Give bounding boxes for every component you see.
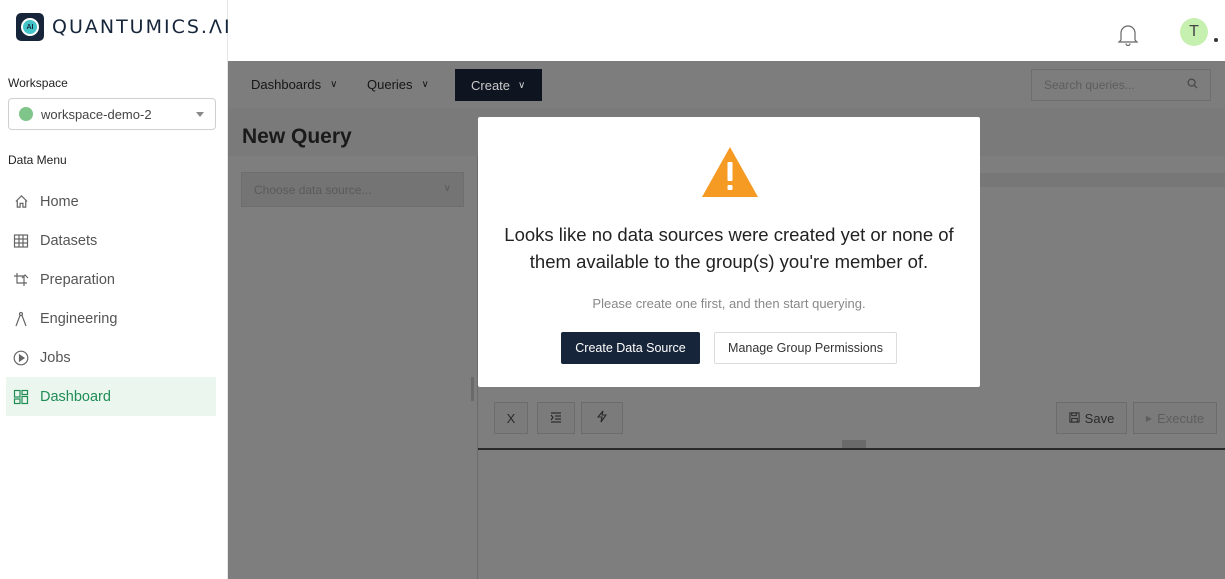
grid-icon [13,233,29,249]
modal-message: Looks like no data sources were created … [504,224,954,272]
no-datasource-modal: Looks like no data sources were created … [478,117,980,387]
format-button[interactable] [537,402,575,434]
data-menu: Home Datasets Preparation Engineering Jo… [6,182,216,416]
crop-icon [13,272,29,288]
page-title: New Query [242,125,352,148]
caret-down-icon [196,112,204,117]
execute-label: Execute [1157,410,1205,426]
top-toolbar: Dashboards ∨ Queries ∨ Create ∨ Search q… [228,61,1225,108]
queries-label: Queries [367,77,413,92]
result-resize-knob[interactable] [842,440,866,448]
sidebar-item-label: Datasets [40,232,98,249]
play-icon: ▶ [1145,413,1153,423]
queries-menu[interactable]: Queries ∨ [367,77,429,92]
chevron-down-icon: ∨ [443,183,451,194]
search-icon[interactable] [1187,78,1198,92]
save-button[interactable]: Save [1056,402,1127,434]
dashboards-menu[interactable]: Dashboards ∨ [251,77,337,92]
search-queries-input[interactable]: Search queries... [1031,69,1211,101]
create-data-source-button[interactable]: Create Data Source [561,332,700,364]
sidebar-item-label: Engineering [40,310,118,327]
brand[interactable]: AI QUANTUMICS.ΛI [16,12,232,42]
sidebar-item-jobs[interactable]: Jobs [6,338,216,377]
datasource-select[interactable]: Choose data source... ∨ [241,172,464,207]
autocomplete-button[interactable] [581,402,623,434]
sidebar-item-dashboard[interactable]: Dashboard [6,377,216,416]
bell-icon[interactable] [1117,22,1139,47]
avatar-caret-icon[interactable] [1214,38,1218,42]
compass-icon [13,311,29,327]
datasource-placeholder: Choose data source... [254,182,372,197]
clear-button[interactable]: X [494,402,528,434]
sidebar-item-label: Home [40,193,79,210]
search-placeholder: Search queries... [1044,78,1135,92]
dashboard-icon [13,389,29,405]
modal-sub-message: Please create one first, and then start … [592,296,866,311]
workspace-select[interactable]: workspace-demo-2 [8,98,216,130]
sidebar-item-home[interactable]: Home [6,182,216,221]
editor-divider [478,448,1225,450]
brand-logo-mark: AI [21,18,39,36]
resize-handle[interactable] [471,377,474,401]
sidebar-item-datasets[interactable]: Datasets [6,221,216,260]
sidebar-item-label: Dashboard [40,388,111,405]
brand-logo-icon: AI [16,13,44,41]
workspace-value: workspace-demo-2 [41,106,152,122]
indent-icon [550,411,562,426]
dashboards-label: Dashboards [251,77,322,92]
create-button[interactable]: Create ∨ [455,69,542,101]
chevron-down-icon: ∨ [421,79,429,90]
play-circle-icon [13,350,29,366]
sidebar-item-engineering[interactable]: Engineering [6,299,216,338]
data-menu-label: Data Menu [8,153,67,167]
warning-icon [700,145,760,199]
floppy-icon [1069,411,1080,426]
sidebar-item-label: Preparation [40,271,115,288]
create-label: Create [471,77,511,93]
brand-name: QUANTUMICS.ΛI [52,16,232,38]
manage-group-permissions-button[interactable]: Manage Group Permissions [714,332,897,364]
lightning-icon [596,410,608,426]
sidebar: AI QUANTUMICS.ΛI Workspace workspace-dem… [0,0,230,579]
save-label: Save [1084,410,1115,426]
sidebar-item-preparation[interactable]: Preparation [6,260,216,299]
top-header: T [228,0,1225,61]
sidebar-item-label: Jobs [40,349,71,366]
execute-button[interactable]: ▶ Execute [1133,402,1217,434]
workspace-label: Workspace [8,76,68,90]
home-icon [13,194,29,210]
chevron-down-icon: ∨ [518,79,526,91]
workspace-dot-icon [19,107,33,121]
chevron-down-icon: ∨ [330,79,338,90]
avatar[interactable]: T [1180,18,1208,46]
